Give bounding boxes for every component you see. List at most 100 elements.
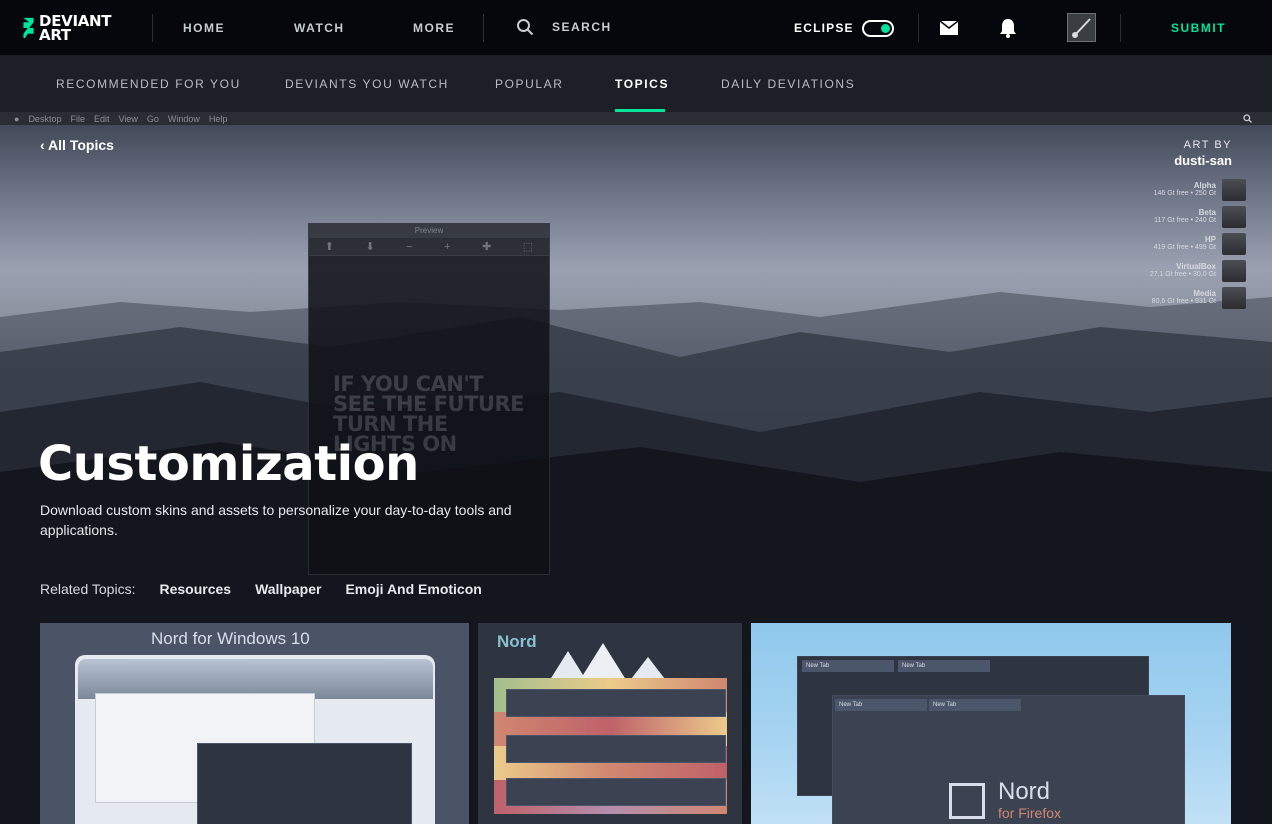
- card-subtitle: for Firefox: [998, 805, 1062, 821]
- divider: [152, 14, 153, 42]
- browser-tab: New Tab: [802, 660, 894, 672]
- browser-tab: New Tab: [898, 660, 990, 672]
- drive-name: HP: [1204, 234, 1216, 244]
- divider: [918, 14, 919, 42]
- drive-item: HP 419 Gt free • 499 Gt: [1136, 230, 1246, 257]
- desktop-drive-list: Alpha 146 Gt free • 250 Gt Beta 117 Gt fre…: [1136, 164, 1246, 311]
- all-topics-link[interactable]: ‹ All Topics: [40, 137, 114, 153]
- menu-item: Help: [208, 113, 228, 124]
- card-thumbnail-browser: [506, 735, 726, 763]
- tab-recommended[interactable]: RECOMMENDED FOR YOU: [56, 77, 241, 91]
- preview-title: Preview: [309, 224, 549, 238]
- browser-tab: New Tab: [835, 699, 927, 711]
- hard-drive-icon: [1222, 178, 1246, 201]
- hard-drive-icon: [1222, 286, 1246, 309]
- drive-info: 27,1 Gt free • 30,0 Gt: [1149, 270, 1216, 278]
- eclipse-theme-toggle[interactable]: [862, 20, 894, 37]
- card-title: Nord: [497, 632, 537, 651]
- nord-logo-icon: [949, 783, 985, 819]
- feed-subnav: RECOMMENDED FOR YOU DEVIANTS YOU WATCH P…: [0, 56, 1272, 112]
- drive-name: Beta: [1198, 207, 1216, 217]
- notifications-button[interactable]: [996, 16, 1020, 40]
- deviantart-logo[interactable]: DEVIANT ART: [22, 12, 118, 44]
- drive-info: 80,6 Gt free • 931 Gt: [1151, 297, 1216, 305]
- topic-title: Customization: [38, 436, 419, 492]
- drive-info: 117 Gt free • 240 Gt: [1154, 216, 1216, 224]
- chevron-left-icon: ‹: [40, 137, 45, 153]
- drive-name: Media: [1193, 288, 1216, 298]
- artist-name-link[interactable]: dusti-san: [1174, 153, 1232, 168]
- user-avatar[interactable]: [1067, 13, 1096, 42]
- topic-hero: ● Desktop File Edit View Go Window Help …: [0, 112, 1272, 824]
- card-title: Nord: [998, 778, 1051, 805]
- search-input[interactable]: [552, 20, 732, 34]
- toggle-knob: [881, 24, 890, 33]
- drive-name: Alpha: [1193, 180, 1216, 190]
- topic-description: Download custom skins and assets to pers…: [40, 502, 512, 538]
- nav-more[interactable]: MORE: [413, 21, 455, 35]
- menu-item: View: [118, 113, 138, 124]
- drive-item: Alpha 146 Gt free • 250 Gt: [1136, 176, 1246, 203]
- hard-drive-icon: [1222, 259, 1246, 282]
- zoom-out-icon: −: [406, 240, 413, 253]
- drive-info: 146 Gt free • 250 Gt: [1153, 189, 1216, 197]
- menu-bar: ● Desktop File Edit View Go Window Help: [0, 112, 1272, 125]
- envelope-icon: [940, 21, 958, 35]
- nav-home[interactable]: HOME: [183, 21, 225, 35]
- drive-item: VirtualBox 27,1 Gt free • 30,0 Gt: [1136, 257, 1246, 284]
- drive-item: Beta 117 Gt free • 240 Gt: [1136, 203, 1246, 230]
- search-icon[interactable]: [516, 18, 534, 36]
- menu-item: Edit: [93, 113, 110, 124]
- menu-item: Go: [146, 113, 159, 124]
- tab-daily-deviations[interactable]: DAILY DEVIATIONS: [721, 77, 855, 91]
- theme-label: ECLIPSE: [794, 21, 854, 35]
- related-topics-label: Related Topics:: [40, 581, 136, 597]
- card-thumbnail-browser: [506, 689, 726, 717]
- tab-deviants-you-watch[interactable]: DEVIANTS YOU WATCH: [285, 77, 449, 91]
- nav-watch[interactable]: WATCH: [294, 21, 345, 35]
- related-topic-wallpaper[interactable]: Wallpaper: [255, 581, 321, 597]
- deviation-card[interactable]: Nord for Windows 10: [40, 623, 469, 824]
- crop-icon: ⬚: [522, 241, 534, 253]
- browser-tab: New Tab: [929, 699, 1021, 711]
- arrow-down-icon: ⬇: [365, 241, 375, 253]
- deviantart-logo-icon: [23, 17, 34, 39]
- preview-toolbar: ⬆ ⬇ − + ✚ ⬚: [309, 238, 549, 256]
- plus-icon: ✚: [482, 241, 492, 253]
- top-navigation-bar: DEVIANT ART HOME WATCH MORE ECLIPSE SUB: [0, 0, 1272, 56]
- search-bar[interactable]: [516, 18, 732, 36]
- divider: [1120, 14, 1121, 42]
- hard-drive-icon: [1222, 232, 1246, 255]
- menu-item: Desktop: [28, 113, 62, 124]
- drive-item: Media 80,6 Gt free • 931 Gt: [1136, 284, 1246, 311]
- bell-icon: [1000, 19, 1016, 38]
- all-topics-label: All Topics: [48, 137, 114, 153]
- preview-line: IF YOU CAN'T: [333, 372, 484, 396]
- tab-popular[interactable]: POPULAR: [495, 77, 564, 91]
- related-topic-resources[interactable]: Resources: [159, 581, 231, 597]
- spotlight-search-icon: [1243, 114, 1252, 123]
- art-credit: ART BY dusti-san: [1174, 139, 1232, 168]
- deviation-card[interactable]: Nord: [478, 623, 742, 824]
- messages-button[interactable]: [937, 16, 961, 40]
- tab-topics[interactable]: TOPICS: [615, 77, 669, 91]
- art-by-label: ART BY: [1183, 139, 1232, 151]
- preview-line: SEE THE FUTURE: [333, 392, 524, 416]
- drive-name: VirtualBox: [1176, 261, 1216, 271]
- related-topics: Related Topics: Resources Wallpaper Emoj…: [40, 581, 506, 597]
- zoom-in-icon: +: [444, 240, 451, 253]
- menu-item: Window: [167, 113, 200, 124]
- deviation-card[interactable]: New Tab New Tab New Tab New Tab Nord for…: [751, 623, 1231, 824]
- logo-text: DEVIANT ART: [39, 12, 112, 44]
- apple-icon: ●: [14, 113, 20, 124]
- related-topic-emoji[interactable]: Emoji And Emoticon: [345, 581, 481, 597]
- avatar-brush-icon: [1072, 18, 1091, 38]
- card-title: Nord for Windows 10: [151, 629, 310, 648]
- card-thumbnail-peaks: [548, 643, 668, 683]
- submit-button[interactable]: SUBMIT: [1171, 21, 1226, 35]
- card-thumbnail-dark-window: [197, 743, 412, 824]
- divider: [483, 14, 484, 42]
- arrow-up-icon: ⬆: [324, 241, 334, 253]
- preview-line: TURN THE: [333, 412, 448, 436]
- menu-item: File: [70, 113, 85, 124]
